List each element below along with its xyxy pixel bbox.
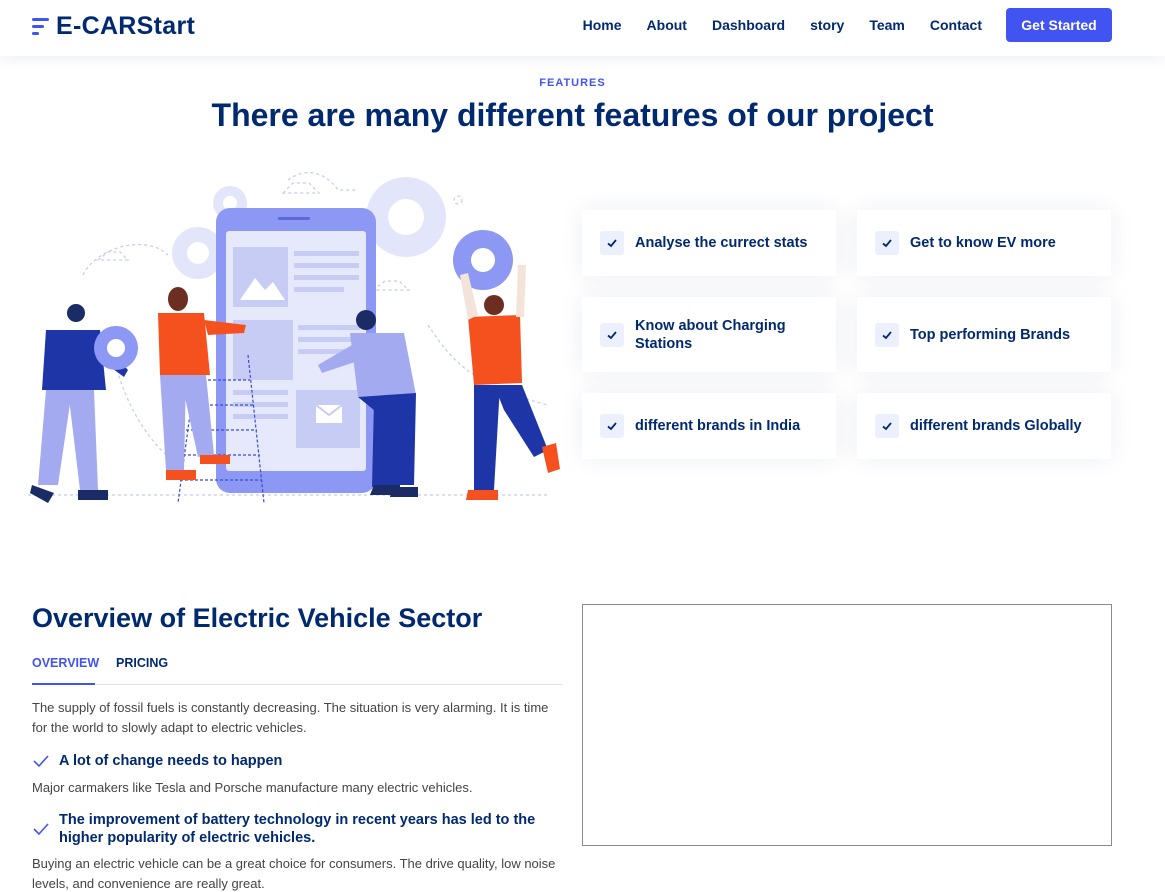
overview-point: The improvement of battery technology in…	[32, 811, 562, 847]
logo[interactable]: E-CARStart	[32, 12, 195, 41]
nav-team[interactable]: Team	[869, 17, 905, 33]
nav-story[interactable]: story	[810, 17, 844, 33]
check-icon	[33, 755, 49, 768]
point-text: Major carmakers like Tesla and Porsche m…	[32, 780, 473, 795]
nav-dashboard[interactable]: Dashboard	[712, 17, 785, 33]
check-icon	[600, 231, 624, 255]
logo-text: E-CARStart	[56, 12, 196, 40]
tab-pricing[interactable]: PRICING	[116, 656, 168, 685]
site-header: E-CARStart Home About Dashboard story Te…	[0, 0, 1165, 56]
feature-label: Know about Charging Stations	[635, 317, 786, 352]
features-title: There are many different features of our…	[211, 97, 934, 133]
feature-label: different brands in India	[635, 418, 801, 434]
nav-home[interactable]: Home	[583, 17, 622, 33]
features-kicker: FEATURES	[539, 77, 606, 89]
check-icon	[33, 823, 49, 836]
check-icon	[600, 414, 624, 438]
feature-box: Analyse the currect stats	[582, 210, 836, 276]
point-text: Buying an electric vehicle can be a grea…	[32, 856, 556, 891]
nav-contact[interactable]: Contact	[930, 17, 982, 33]
feature-label: Top performing Brands	[910, 326, 1071, 343]
feature-box: Get to know EV more	[857, 210, 1111, 276]
check-icon	[875, 414, 899, 438]
overview-tabs: OVERVIEW PRICING	[32, 656, 562, 685]
get-started-button[interactable]: Get Started	[1006, 8, 1112, 42]
point-heading: A lot of change needs to happen	[59, 753, 283, 769]
feature-box: Know about Charging Stations	[582, 297, 836, 372]
feature-box: Top performing Brands	[857, 297, 1111, 372]
point-heading: The improvement of battery technology in…	[59, 812, 536, 846]
feature-box: different brands in India	[582, 393, 836, 459]
check-icon	[875, 231, 899, 255]
feature-label: different brands Globally	[910, 418, 1082, 434]
feature-label: Get to know EV more	[910, 235, 1056, 251]
feature-label: Analyse the currect stats	[635, 235, 808, 251]
overview-point: A lot of change needs to happen	[32, 752, 562, 770]
overview-intro: The supply of fossil fuels is constantly…	[32, 700, 549, 735]
features-illustration	[28, 171, 560, 504]
check-icon	[600, 322, 624, 347]
nav-about[interactable]: About	[647, 17, 687, 33]
check-icon	[875, 322, 899, 347]
tab-overview[interactable]: OVERVIEW	[32, 656, 99, 685]
logo-mark-icon	[32, 16, 50, 38]
embedded-frame[interactable]	[582, 604, 1112, 846]
main-nav: Home About Dashboard story Team Contact …	[583, 8, 1112, 42]
overview-title: Overview of Electric Vehicle Sector	[32, 603, 483, 633]
feature-box: different brands Globally	[857, 393, 1111, 459]
